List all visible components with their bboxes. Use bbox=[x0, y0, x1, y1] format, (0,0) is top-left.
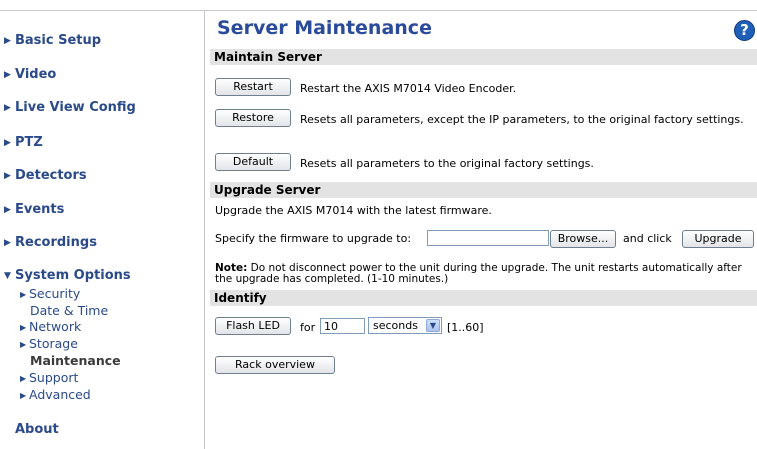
sidebar-item-video[interactable]: ▶ Video bbox=[4, 67, 56, 82]
sidebar-subitem-label: Support bbox=[29, 370, 79, 385]
led-duration-input[interactable] bbox=[320, 318, 365, 334]
sidebar-item-about[interactable]: About bbox=[15, 422, 59, 437]
sidebar-item-label: Events bbox=[15, 202, 65, 217]
triangle-right-icon: ▶ bbox=[4, 103, 11, 113]
firmware-file-input[interactable] bbox=[427, 230, 549, 246]
sidebar-item-label: System Options bbox=[15, 268, 131, 283]
and-click-label: and click bbox=[623, 232, 672, 245]
triangle-down-icon: ▼ bbox=[4, 271, 11, 281]
triangle-right-icon: ▶ bbox=[4, 70, 11, 80]
section-header-maintain-server: Maintain Server bbox=[210, 49, 757, 65]
default-button[interactable]: Default bbox=[215, 153, 291, 171]
section-header-upgrade-server: Upgrade Server bbox=[210, 182, 757, 198]
restore-description: Resets all parameters, except the IP par… bbox=[300, 113, 744, 126]
sidebar-subitem-label: Date & Time bbox=[30, 303, 109, 318]
triangle-right-icon: ▶ bbox=[4, 238, 11, 248]
led-duration-unit-select[interactable]: seconds ▼ bbox=[368, 317, 442, 334]
default-description: Resets all parameters to the original fa… bbox=[300, 157, 594, 170]
flash-led-button[interactable]: Flash LED bbox=[215, 317, 291, 335]
sidebar-subitem-advanced[interactable]: ▶ Advanced bbox=[20, 387, 91, 402]
sidebar-item-label: Recordings bbox=[15, 235, 97, 250]
triangle-right-icon: ▶ bbox=[20, 391, 27, 400]
sidebar-subitem-maintenance: Maintenance bbox=[30, 353, 121, 368]
restart-description: Restart the AXIS M7014 Video Encoder. bbox=[300, 82, 517, 95]
sidebar-item-recordings[interactable]: ▶ Recordings bbox=[4, 235, 97, 250]
sidebar-subitem-label: Security bbox=[29, 286, 81, 301]
for-label: for bbox=[300, 321, 316, 334]
sidebar-subitem-label: Storage bbox=[29, 336, 78, 351]
upgrade-note: Note: Do not disconnect power to the uni… bbox=[215, 263, 755, 285]
sidebar-item-label: Detectors bbox=[15, 168, 87, 183]
sidebar-item-events[interactable]: ▶ Events bbox=[4, 202, 64, 217]
firmware-label: Specify the firmware to upgrade to: bbox=[215, 232, 412, 245]
triangle-right-icon: ▶ bbox=[20, 323, 27, 332]
triangle-right-icon: ▶ bbox=[20, 340, 27, 349]
sidebar-subitem-label: Maintenance bbox=[30, 353, 121, 368]
sidebar-item-detectors[interactable]: ▶ Detectors bbox=[4, 168, 87, 183]
section-header-identify: Identify bbox=[210, 290, 757, 306]
triangle-right-icon: ▶ bbox=[4, 36, 11, 46]
duration-range-hint: [1..60] bbox=[447, 321, 484, 334]
sidebar-subitem-label: Network bbox=[29, 319, 82, 334]
upgrade-intro: Upgrade the AXIS M7014 with the latest f… bbox=[215, 204, 492, 217]
sidebar-item-live-view-config[interactable]: ▶ Live View Config bbox=[4, 100, 136, 115]
page: ▶ Basic Setup ▶ Video ▶ Live View Config ▶ P… bbox=[0, 0, 757, 449]
sidebar-item-label: Video bbox=[15, 67, 57, 82]
sidebar-item-label: PTZ bbox=[15, 135, 43, 150]
sidebar-subitem-date-time[interactable]: Date & Time bbox=[30, 303, 108, 318]
help-icon[interactable]: ? bbox=[734, 20, 755, 41]
sidebar-item-label: About bbox=[15, 422, 59, 437]
sidebar-subitem-storage[interactable]: ▶ Storage bbox=[20, 336, 78, 351]
triangle-right-icon: ▶ bbox=[4, 138, 11, 148]
sidebar-item-system-options[interactable]: ▼ System Options bbox=[4, 268, 131, 283]
triangle-right-icon: ▶ bbox=[4, 205, 11, 215]
sidebar-nav: ▶ Basic Setup ▶ Video ▶ Live View Config ▶ P… bbox=[0, 11, 205, 449]
rack-overview-button[interactable]: Rack overview bbox=[215, 356, 335, 374]
upgrade-button[interactable]: Upgrade bbox=[682, 230, 754, 248]
sidebar-item-basic-setup[interactable]: ▶ Basic Setup bbox=[4, 33, 101, 48]
select-value: seconds bbox=[373, 319, 418, 332]
sidebar-subitem-network[interactable]: ▶ Network bbox=[20, 319, 82, 334]
triangle-right-icon: ▶ bbox=[4, 171, 11, 181]
chevron-down-icon: ▼ bbox=[426, 319, 440, 332]
restart-button[interactable]: Restart bbox=[215, 78, 291, 96]
sidebar-subitem-security[interactable]: ▶ Security bbox=[20, 286, 81, 301]
note-text: Do not disconnect power to the unit duri… bbox=[215, 262, 742, 285]
triangle-right-icon: ▶ bbox=[20, 290, 27, 299]
sidebar-item-label: Live View Config bbox=[15, 100, 136, 115]
main-content: Server Maintenance ? Maintain Server Res… bbox=[210, 11, 757, 449]
browse-button[interactable]: Browse... bbox=[550, 230, 616, 248]
sidebar-subitem-label: Advanced bbox=[29, 387, 91, 402]
sidebar-item-label: Basic Setup bbox=[15, 33, 102, 48]
triangle-right-icon: ▶ bbox=[20, 374, 27, 383]
sidebar-subitem-support[interactable]: ▶ Support bbox=[20, 370, 79, 385]
sidebar-item-ptz[interactable]: ▶ PTZ bbox=[4, 135, 43, 150]
page-title: Server Maintenance bbox=[217, 17, 432, 39]
